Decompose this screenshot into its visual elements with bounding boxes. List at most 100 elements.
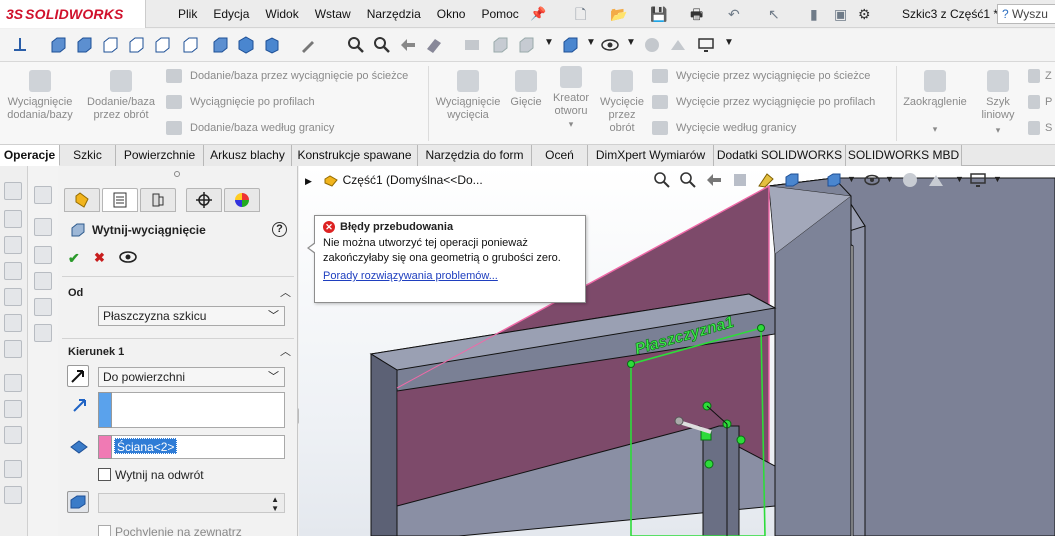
tab-dimxpert[interactable]: DimXpert Wymiarów	[588, 145, 714, 166]
strip-feature-icon[interactable]	[4, 340, 22, 358]
strip-tool-icon[interactable]	[34, 298, 52, 316]
hole-wizard-button[interactable]: Kreator otworu ▾	[548, 66, 594, 131]
previous-view-icon[interactable]	[398, 35, 418, 55]
display-style-icon[interactable]	[490, 35, 510, 55]
view-front-icon[interactable]	[48, 35, 68, 55]
chevron-down-icon[interactable]: ▼	[544, 37, 554, 48]
strip-tool-icon[interactable]	[34, 246, 52, 264]
view-left-icon[interactable]	[100, 35, 120, 55]
monitor-icon[interactable]	[969, 171, 987, 189]
draft-button[interactable]: P	[1028, 94, 1052, 110]
troubleshooting-link[interactable]: Porady rozwiązywania problemów...	[323, 270, 577, 282]
strip-feature-icon[interactable]	[4, 400, 22, 418]
extrude-boss-button[interactable]: Wyciągnięcie dodania/bazy	[4, 70, 76, 122]
expand-arrow-icon[interactable]: ▶	[305, 176, 312, 186]
menu-view[interactable]: Widok	[257, 7, 306, 21]
dynamic-annotation-icon[interactable]	[757, 171, 775, 189]
chevron-down-icon[interactable]: ▼	[993, 174, 1002, 184]
strip-feature-icon[interactable]	[4, 210, 22, 228]
lofted-boss-button[interactable]: Wyciągnięcie po profilach	[166, 94, 315, 110]
strip-tool-icon[interactable]	[34, 218, 52, 236]
menu-window[interactable]: Okno	[429, 7, 474, 21]
bend-button[interactable]: Gięcie	[506, 70, 546, 109]
feature-tree-flyout[interactable]: ▶ Część1 (Domyślna<<Do...	[305, 173, 483, 188]
strip-feature-icon[interactable]	[4, 486, 22, 504]
collapse-chevron-icon[interactable]: ︿	[280, 284, 291, 300]
boundary-cut-button[interactable]: Wycięcie według granicy	[652, 120, 796, 136]
normal-to-icon[interactable]	[10, 35, 30, 55]
display-mode-icon[interactable]	[560, 35, 580, 55]
linear-pattern-button[interactable]: Szyk liniowy ▾	[976, 70, 1020, 137]
tab-surfaces[interactable]: Powierzchnie	[116, 145, 204, 166]
strip-tool-icon[interactable]	[34, 272, 52, 290]
scene-icon[interactable]	[668, 35, 688, 55]
view-iso-icon[interactable]	[210, 35, 230, 55]
swept-cut-button[interactable]: Wycięcie przez wyciągnięcie po ścieżce	[652, 68, 870, 84]
panel-handle[interactable]	[174, 171, 180, 177]
face-selection-box[interactable]: Ściana<2>	[98, 435, 285, 459]
chevron-down-icon[interactable]: ▼	[955, 174, 964, 184]
hide-show-icon[interactable]	[516, 35, 536, 55]
reverse-direction-button[interactable]	[67, 365, 89, 387]
section-view-icon[interactable]	[424, 35, 444, 55]
menu-insert[interactable]: Wstaw	[307, 7, 359, 21]
revolved-cut-button[interactable]: Wycięcie przez obrót	[596, 70, 648, 135]
zoom-to-fit-icon[interactable]	[346, 35, 366, 55]
display-style-icon[interactable]	[825, 171, 843, 189]
strip-feature-icon[interactable]	[4, 460, 22, 478]
revolve-boss-button[interactable]: Dodanie/baza przez obrót	[82, 70, 160, 122]
solidworks-logo[interactable]: 3S SOLIDWORKS	[0, 0, 146, 28]
shell-button[interactable]: S	[1028, 120, 1052, 136]
strip-tool-icon[interactable]	[34, 186, 52, 204]
strip-feature-icon[interactable]	[4, 374, 22, 392]
preview-eye-icon[interactable]	[118, 250, 138, 264]
search-input[interactable]: ? Wyszu	[997, 4, 1055, 24]
configurationmanager-tab[interactable]	[140, 188, 176, 212]
appearance-icon[interactable]	[642, 35, 662, 55]
view-bottom-icon[interactable]	[180, 35, 200, 55]
tab-weldments[interactable]: Konstrukcje spawane	[292, 145, 418, 166]
traffic-light-icon[interactable]: ▮	[810, 5, 818, 23]
tab-evaluate[interactable]: Oceń	[532, 145, 588, 166]
eye-visibility-icon[interactable]	[600, 35, 620, 55]
propertymanager-tab[interactable]	[102, 188, 138, 212]
view-dimetric-icon[interactable]	[262, 35, 282, 55]
extruded-cut-button[interactable]: Wyciągnięcie wycięcia	[432, 70, 504, 122]
tab-mbd[interactable]: SOLIDWORKS MBD	[846, 145, 962, 166]
chevron-down-icon[interactable]: ▼	[586, 37, 596, 48]
undo-icon[interactable]: ↶	[728, 5, 740, 23]
dynamic-annotation-icon[interactable]	[462, 35, 482, 55]
pen-icon[interactable]	[298, 35, 318, 55]
swept-boss-button[interactable]: Dodanie/baza przez wyciągnięcie po ścież…	[166, 68, 408, 84]
chevron-down-icon[interactable]: ▼	[626, 37, 636, 48]
open-folder-icon[interactable]: 📂	[610, 5, 627, 23]
strip-feature-icon[interactable]	[4, 314, 22, 332]
lofted-cut-button[interactable]: Wycięcie przez wyciągnięcie po profilach	[652, 94, 875, 110]
boundary-boss-button[interactable]: Dodanie/baza według granicy	[166, 120, 334, 136]
tab-sketch[interactable]: Szkic	[60, 145, 116, 166]
appearance-icon[interactable]	[901, 171, 919, 189]
chevron-down-icon[interactable]: ▼	[724, 37, 734, 48]
select-arrow-icon[interactable]: ↖	[768, 5, 780, 23]
strip-feature-icon[interactable]	[4, 288, 22, 306]
view-orientation-icon[interactable]	[783, 171, 801, 189]
collapse-chevron-icon[interactable]: ︿	[280, 343, 291, 359]
chevron-down-icon[interactable]: ▼	[885, 174, 894, 184]
monitor-icon[interactable]	[696, 35, 716, 55]
cancel-button[interactable]: ✖	[94, 250, 105, 266]
end-condition-select[interactable]: Do powierzchni ﹀	[98, 367, 285, 387]
strip-feature-icon[interactable]	[4, 182, 22, 200]
menu-edit[interactable]: Edycja	[205, 7, 257, 21]
strip-feature-icon[interactable]	[4, 262, 22, 280]
draft-outward-checkbox[interactable]	[98, 525, 111, 536]
direction1-section-header[interactable]: Kierunek 1	[68, 346, 124, 358]
print-icon[interactable]: 🖶	[690, 5, 703, 23]
view-right-icon[interactable]	[126, 35, 146, 55]
help-button[interactable]: ?	[272, 222, 287, 237]
tab-sheet-metal[interactable]: Arkusz blachy	[204, 145, 292, 166]
fillet-button[interactable]: Zaokrąglenie ▾	[898, 70, 972, 136]
zoom-area-icon[interactable]	[679, 171, 697, 189]
face-reference-chip[interactable]: Ściana<2>	[114, 438, 178, 454]
view-back-icon[interactable]	[74, 35, 94, 55]
chevron-down-icon[interactable]: ▼	[847, 174, 856, 184]
